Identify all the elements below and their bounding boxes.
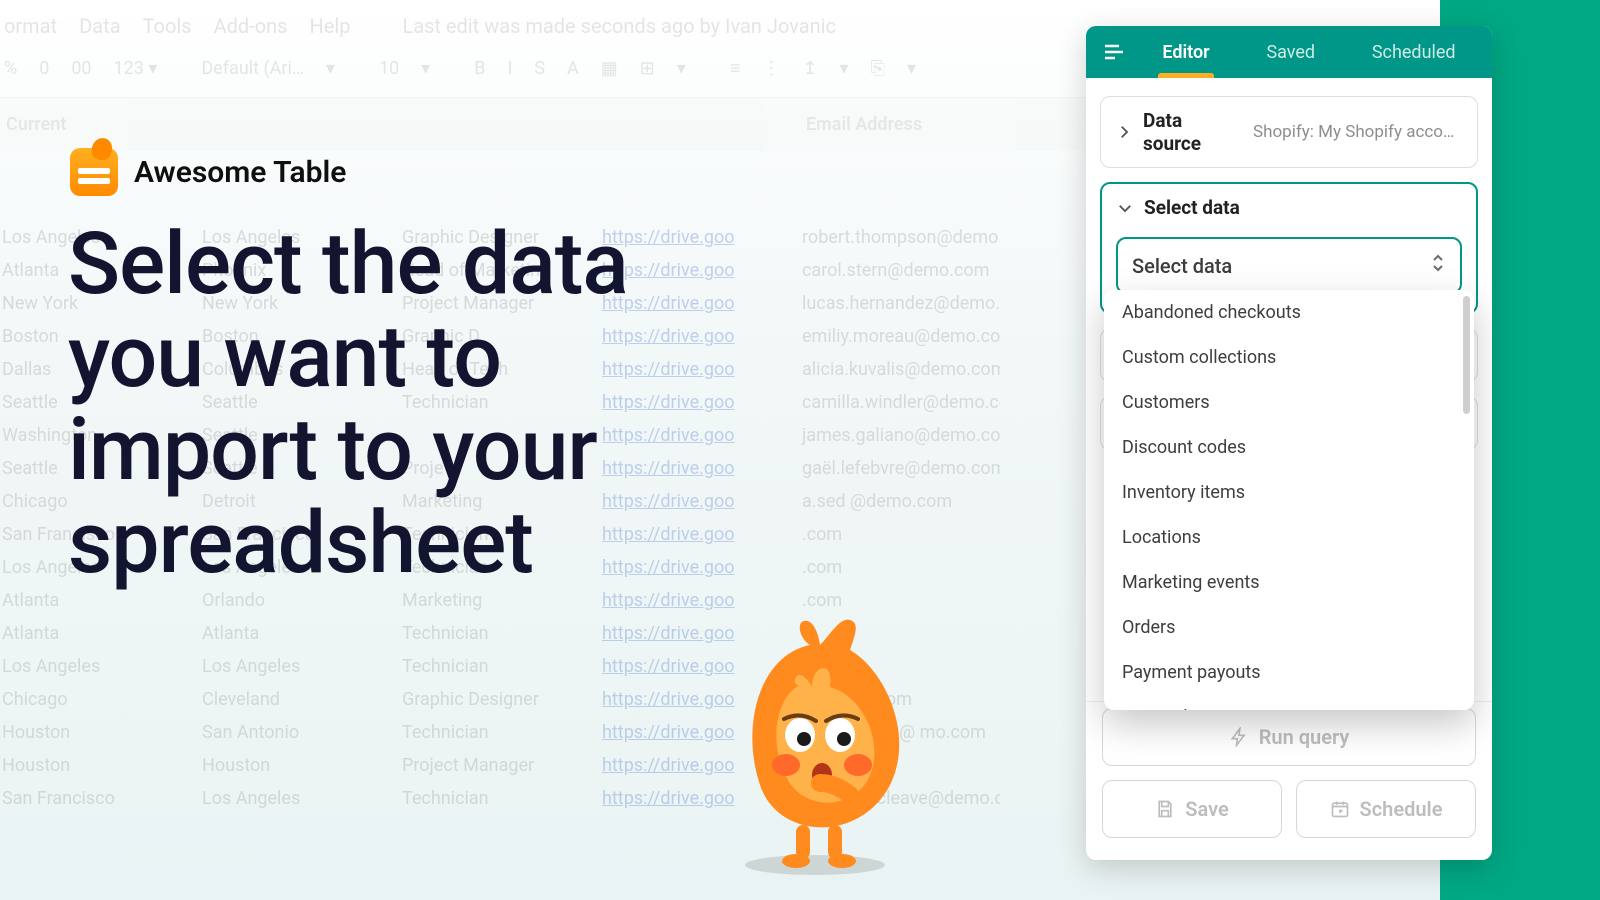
- option-payment-payouts[interactable]: Payment payouts: [1104, 650, 1470, 695]
- chevron-right-icon: [1115, 123, 1133, 141]
- bolt-icon: [1229, 727, 1249, 747]
- run-query-button[interactable]: Run query: [1102, 708, 1476, 766]
- schedule-button[interactable]: Schedule: [1296, 780, 1476, 838]
- brand: Awesome Table: [70, 148, 346, 196]
- connector-panel: Editor Saved Scheduled Data source Shopi…: [1086, 26, 1492, 860]
- option-custom-collections[interactable]: Custom collections: [1104, 335, 1470, 380]
- brand-flame-icon: [70, 148, 118, 196]
- select-updown-icon: [1430, 253, 1446, 278]
- option-inventory-items[interactable]: Inventory items: [1104, 470, 1470, 515]
- select-data-dropdown[interactable]: Select data: [1116, 237, 1462, 294]
- data-source-value: Shopify: My Shopify account: [1253, 122, 1463, 142]
- scrollbar-thumb[interactable]: [1463, 296, 1470, 414]
- panel-tabs: Editor Saved Scheduled: [1134, 28, 1484, 77]
- panel-header: Editor Saved Scheduled: [1086, 26, 1492, 78]
- chevron-down-icon: [1116, 199, 1134, 217]
- save-button[interactable]: Save: [1102, 780, 1282, 838]
- option-orders[interactable]: Orders: [1104, 605, 1470, 650]
- tab-editor[interactable]: Editor: [1152, 28, 1219, 77]
- panel-footer: Run query Save Schedule: [1086, 701, 1492, 860]
- option-price-rules[interactable]: Price rules: [1104, 695, 1470, 710]
- option-customers[interactable]: Customers: [1104, 380, 1470, 425]
- tab-saved[interactable]: Saved: [1256, 28, 1325, 77]
- option-discount-codes[interactable]: Discount codes: [1104, 425, 1470, 470]
- mascot-illustration: [700, 615, 930, 875]
- menu-icon[interactable]: [1094, 32, 1134, 72]
- select-data-placeholder: Select data: [1132, 254, 1232, 278]
- brand-name: Awesome Table: [134, 155, 346, 190]
- select-data-options: Abandoned checkoutsCustom collectionsCus…: [1104, 290, 1474, 710]
- headline: Select the data you want to import to yo…: [68, 218, 728, 590]
- option-abandoned-checkouts[interactable]: Abandoned checkouts: [1104, 290, 1470, 335]
- option-locations[interactable]: Locations: [1104, 515, 1470, 560]
- option-marketing-events[interactable]: Marketing events: [1104, 560, 1470, 605]
- data-source-label: Data source: [1143, 109, 1243, 155]
- save-icon: [1155, 799, 1175, 819]
- select-data-label: Select data: [1144, 196, 1240, 219]
- calendar-icon: [1330, 799, 1350, 819]
- data-source-card[interactable]: Data source Shopify: My Shopify account: [1100, 96, 1478, 168]
- tab-scheduled[interactable]: Scheduled: [1362, 28, 1466, 77]
